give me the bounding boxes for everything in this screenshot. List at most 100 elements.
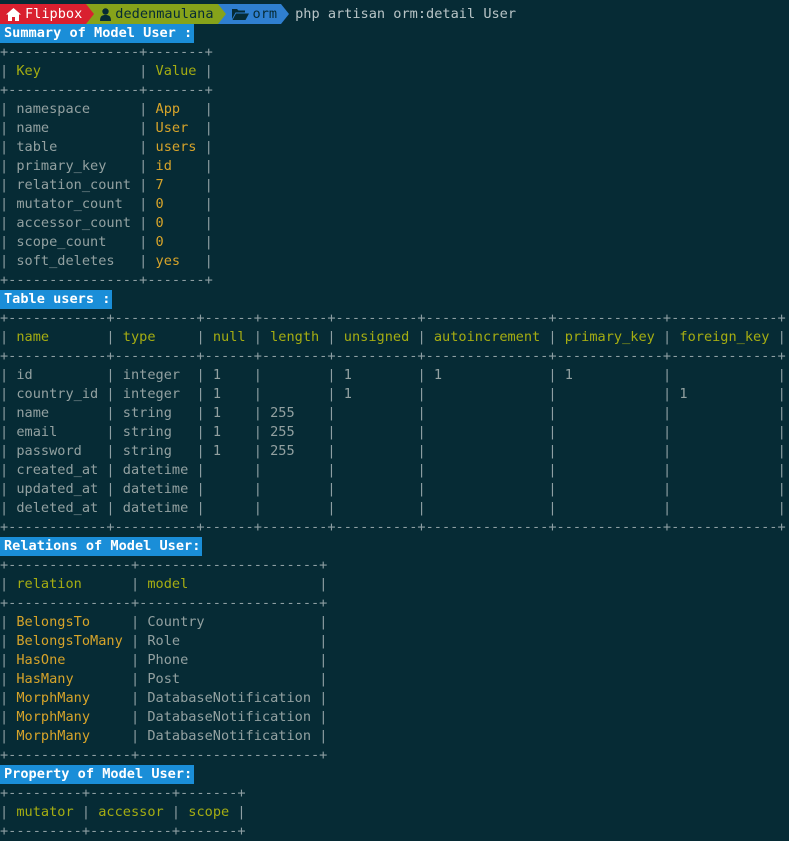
table-row: | MorphMany | DatabaseNotification | [0,689,789,708]
table-pipe: | [663,386,680,402]
column-header: mutator [16,804,82,820]
table-cell [679,443,777,459]
table-pipe: | [130,728,148,744]
table-cell: primary_key [16,158,140,174]
table-row: | HasMany | Post | [0,670,789,689]
column-header: scope [188,804,238,820]
table-cell: namespace [16,101,140,117]
command-text: php artisan orm:detail User [295,5,517,22]
prompt-dir: orm [252,5,278,22]
column-header: foreign_key [679,329,778,345]
home-icon [6,7,21,21]
table-cell: 1 [212,405,254,421]
table-pipe: | [777,443,786,459]
table-pipe: | [319,728,328,744]
table-row: | accessor_count | 0 | [0,214,789,233]
table-cell [434,405,549,421]
table-pipe: | [0,63,17,79]
table-row: | BelongsTo | Country | [0,613,789,632]
table-pipe: | [417,405,434,421]
table-pipe: | [196,481,213,497]
table-pipe: | [253,424,271,440]
table-border: +---------------+----------------------+ [0,595,328,611]
table-pipe: | [663,443,680,459]
table-pipe: | [139,215,156,231]
table-cell: country_id [16,386,107,402]
prompt-separator [217,4,226,24]
table-cell: 255 [270,424,328,440]
shell-prompt: Flipbox dedenmaulana orm php artisan orm… [0,4,789,24]
table-border: +------------+----------+------+--------… [0,519,786,535]
column-header: unsigned [343,329,418,345]
table-pipe: | [327,481,344,497]
table-cell [270,500,327,516]
table-pipe: | [106,405,123,421]
table-pipe: | [0,329,17,345]
table-pipe: | [663,367,680,383]
table-pipe: | [0,462,17,478]
table-cell: name [16,405,107,421]
table-cell: BelongsTo [16,614,131,630]
table-pipe: | [139,158,156,174]
table-cell: BelongsToMany [16,633,131,649]
column-header: relation [16,576,131,592]
table-border: +---------+----------+-------+ [0,823,246,839]
table-cell: 0 [155,215,205,231]
table-cell: 255 [270,405,328,421]
table-pipe: | [548,424,565,440]
table-pipe: | [130,614,148,630]
table-pipe: | [139,234,156,250]
table-cell [344,481,418,497]
table-cell [213,500,254,516]
table-row: | password | string | 1 | 255 | | | | | [0,442,789,461]
table-cell: 1 [212,443,254,459]
table-pipe: | [106,386,123,402]
table-row: | country_id | integer | 1 | | 1 | | | 1… [0,385,789,404]
table-pipe: | [319,576,328,592]
table-pipe: | [548,367,565,383]
table-pipe: | [327,443,344,459]
table-pipe: | [0,804,17,820]
user-icon [100,7,112,21]
table-pipe: | [0,101,17,117]
column-header: Value [155,63,205,79]
table-cell [344,424,418,440]
table-pipe: | [253,462,271,478]
table-pipe: | [0,158,17,174]
table-cell [565,424,663,440]
table-cell [434,481,549,497]
table-pipe: | [253,500,271,516]
table-cell: string [122,405,197,421]
table-pipe: | [319,690,328,706]
table-pipe: | [417,386,434,402]
column-header: autoincrement [433,329,549,345]
prompt-host: Flipbox [25,5,83,22]
table-pipe: | [0,120,17,136]
terminal-window[interactable]: Flipbox dedenmaulana orm php artisan orm… [0,0,789,841]
table-pipe: | [196,386,213,402]
table-pipe: | [196,424,213,440]
table-cell: scope_count [16,234,140,250]
table-pipe: | [106,367,123,383]
table-pipe: | [130,690,148,706]
table-pipe: | [139,63,156,79]
table-cell [679,500,777,516]
table-pipe: | [139,101,156,117]
table-cell: MorphMany [16,728,131,744]
column-header: accessor [98,804,172,820]
table-cell: DatabaseNotification [147,728,320,744]
table-pipe: | [417,462,434,478]
table-pipe: | [0,215,17,231]
table-pipe: | [130,671,148,687]
table-cell: Country [147,614,320,630]
table-pipe: | [0,443,17,459]
table-cell [344,443,418,459]
table-pipe: | [0,196,17,212]
table-pipe: | [548,405,565,421]
folder-open-icon [231,9,249,20]
table-pipe: | [204,234,213,250]
table-border: +----------------+-------+ [0,44,213,60]
table-row: | mutator_count | 0 | [0,195,789,214]
table-pipe: | [319,614,328,630]
table-row: | name | User | [0,119,789,138]
